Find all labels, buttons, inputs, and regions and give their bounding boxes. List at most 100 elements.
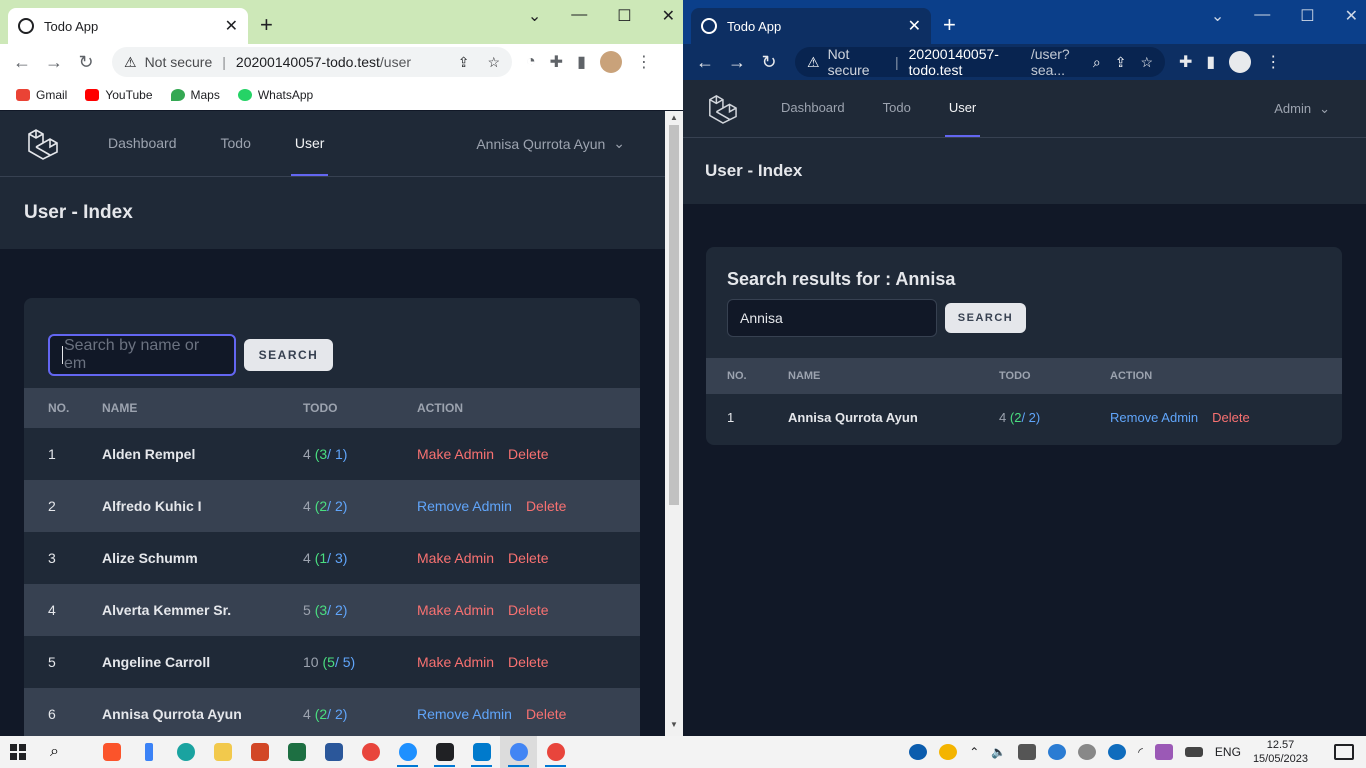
speaker-icon[interactable]: 🔈 [991,745,1006,759]
search-input[interactable]: Search by name or em [48,333,236,376]
notification-icon[interactable] [1334,744,1354,760]
close-window-button[interactable]: ✕ [662,6,675,26]
bookmark-youtube[interactable]: YouTube [85,88,153,102]
puzzle-icon[interactable]: ✚ [550,52,563,72]
nav-dashboard[interactable]: Dashboard [104,111,181,176]
display-icon[interactable] [1018,744,1037,760]
cloud-status-icon[interactable] [1078,744,1097,760]
close-tab-icon[interactable]: ✕ [908,16,921,36]
new-tab-button[interactable]: + [260,12,273,38]
cloud-sync-icon[interactable] [1048,744,1067,760]
chrome-icon[interactable] [352,736,389,768]
admin-toggle-link[interactable]: Make Admin [417,446,494,462]
delete-link[interactable]: Delete [508,654,548,670]
admin-toggle-link[interactable]: Remove Admin [417,498,512,514]
brave-icon[interactable] [93,736,130,768]
delete-link[interactable]: Delete [1212,410,1250,425]
language-indicator[interactable]: ENG [1215,745,1241,759]
maximize-button[interactable]: ☐ [1300,6,1314,26]
extension-icon[interactable]: ◔ [526,53,536,71]
nav-user[interactable]: User [290,111,329,176]
close-window-button[interactable]: ✕ [1345,6,1358,26]
delete-link[interactable]: Delete [508,550,548,566]
user-menu[interactable]: Admin ⌄ [1274,80,1330,137]
terminal-icon[interactable] [426,736,463,768]
tab-search-icon[interactable]: ⌄ [528,6,541,26]
clock[interactable]: 12.57 15/05/2023 [1253,738,1308,766]
nav-todo[interactable]: Todo [879,80,915,137]
minimize-button[interactable]: — [571,6,587,26]
search-icon[interactable]: ⌕ [36,736,73,768]
search-button[interactable]: SEARCH [945,303,1026,333]
app-icon[interactable] [389,736,426,768]
puzzle-icon[interactable]: ✚ [1179,52,1192,72]
excel-icon[interactable] [278,736,315,768]
delete-link[interactable]: Delete [508,602,548,618]
delete-link[interactable]: Delete [526,706,566,722]
back-arrow-icon[interactable]: ← [6,52,38,73]
edge-icon[interactable] [167,736,204,768]
share-icon[interactable]: ⇪ [1115,54,1127,71]
profile-avatar[interactable] [599,51,622,73]
onedrive-icon[interactable] [1108,744,1127,760]
maximize-button[interactable]: ☐ [617,6,631,26]
tab-search-icon[interactable]: ⌄ [1211,6,1224,26]
delete-link[interactable]: Delete [508,446,548,462]
close-tab-icon[interactable]: ✕ [225,16,238,36]
admin-toggle-link[interactable]: Remove Admin [1110,410,1198,425]
battery-icon[interactable] [1184,747,1203,757]
bookmark-gmail[interactable]: Gmail [16,88,67,102]
weather-icon[interactable] [939,744,958,760]
search-button[interactable]: SEARCH [244,338,333,371]
word-icon[interactable] [315,736,352,768]
chrome-running-icon[interactable] [500,736,537,768]
star-icon[interactable]: ☆ [1140,54,1153,71]
zoom-icon[interactable]: ⌕ [1093,54,1101,71]
star-icon[interactable]: ☆ [487,54,500,71]
sidepanel-icon[interactable]: ▮ [577,52,586,72]
bookmark-maps[interactable]: Maps [170,88,220,102]
reload-icon[interactable]: ↻ [70,52,102,73]
share-icon[interactable]: ⇪ [458,54,470,71]
chevron-up-icon[interactable]: ⌃ [969,745,979,759]
nav-user[interactable]: User [944,80,981,137]
profile-avatar[interactable] [1229,51,1252,73]
windows-start-icon[interactable] [0,744,36,760]
forward-arrow-icon[interactable]: → [38,52,70,73]
page-scrollbar[interactable]: ▲ ▼ [665,111,683,736]
search-input[interactable]: Annisa [727,299,937,337]
laravel-logo-icon[interactable] [26,111,60,176]
reload-icon[interactable]: ↻ [753,52,785,73]
user-menu[interactable]: Annisa Qurrota Ayun ⌄ [476,111,625,176]
nav-todo[interactable]: Todo [217,111,255,176]
pen-icon[interactable] [1154,744,1173,760]
file-explorer-icon[interactable] [204,736,241,768]
browser-tab[interactable]: Todo App ✕ [691,8,931,44]
lightning-app-icon[interactable] [130,736,167,768]
laravel-logo-icon[interactable] [707,80,741,137]
nav-dashboard[interactable]: Dashboard [777,80,849,137]
admin-toggle-link[interactable]: Remove Admin [417,706,512,722]
wifi-icon[interactable]: ◜ [1138,745,1143,759]
browser-tab[interactable]: Todo App ✕ [8,8,248,44]
forward-arrow-icon[interactable]: → [721,52,753,73]
new-tab-button[interactable]: + [943,12,956,38]
kebab-menu-icon[interactable]: ⋮ [1265,52,1281,72]
help-icon[interactable] [909,744,928,760]
admin-toggle-link[interactable]: Make Admin [417,654,494,670]
address-bar[interactable]: ⚠ Not secure | 20200140057-todo.test/use… [112,47,512,77]
back-arrow-icon[interactable]: ← [689,52,721,73]
scroll-thumb[interactable] [669,125,679,505]
admin-toggle-link[interactable]: Make Admin [417,550,494,566]
delete-link[interactable]: Delete [526,498,566,514]
sidepanel-icon[interactable]: ▮ [1206,52,1215,72]
bookmark-whatsapp[interactable]: WhatsApp [237,88,313,102]
vscode-icon[interactable] [463,736,500,768]
powerpoint-icon[interactable] [241,736,278,768]
scroll-down-icon[interactable]: ▼ [665,720,683,734]
chrome-profile-icon[interactable] [537,736,574,768]
admin-toggle-link[interactable]: Make Admin [417,602,494,618]
minimize-button[interactable]: — [1254,6,1270,26]
address-bar[interactable]: ⚠ Not secure | 20200140057-todo.test/use… [795,46,1165,78]
kebab-menu-icon[interactable]: ⋮ [636,52,652,72]
